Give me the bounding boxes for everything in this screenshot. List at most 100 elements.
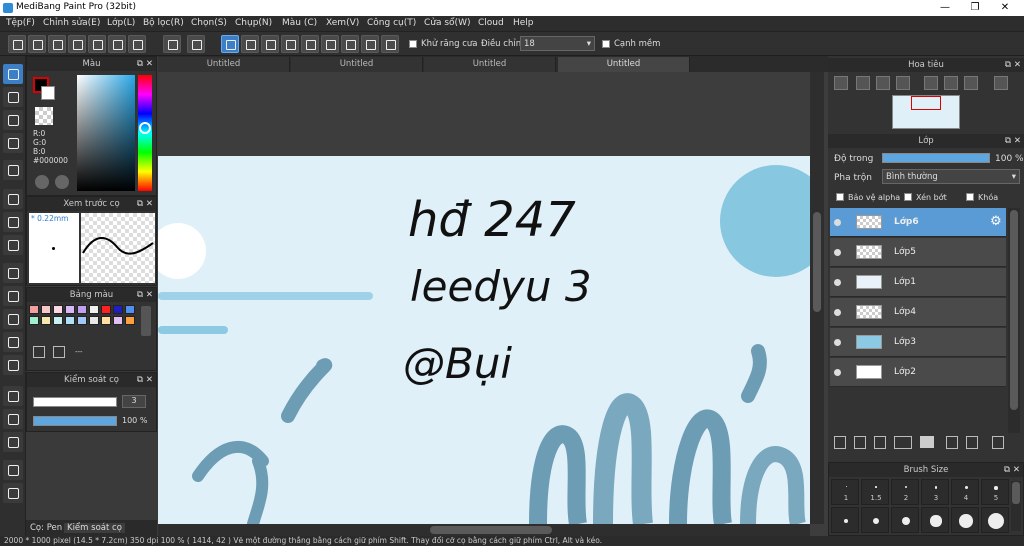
maximize-button[interactable]: ❐ <box>960 0 990 16</box>
menu-filter[interactable]: Bộ lọc(R) <box>143 18 184 28</box>
layer-opacity-slider[interactable] <box>882 153 990 163</box>
palette-swatch[interactable] <box>77 305 87 314</box>
bucket-tool-icon[interactable] <box>3 212 23 232</box>
menu-edit[interactable]: Chỉnh sửa(E) <box>43 18 100 28</box>
saturation-value-picker[interactable] <box>77 75 135 191</box>
brush-size-scroll-thumb[interactable] <box>1012 482 1020 504</box>
rotate-left-icon[interactable] <box>924 76 938 90</box>
close-icon[interactable]: ✕ <box>1014 134 1021 148</box>
palette-swatch[interactable] <box>53 316 63 325</box>
tab-untitled-4[interactable]: Untitled <box>558 57 690 72</box>
tab-brush-pen[interactable]: Cọ: Pen <box>30 523 62 533</box>
brush-size-cell[interactable] <box>891 507 919 533</box>
canvas-vertical-scrollbar[interactable] <box>810 72 824 524</box>
new-layer-icon[interactable] <box>834 436 846 449</box>
popout-icon[interactable]: ⧉ <box>137 57 143 71</box>
brush-size-cell[interactable] <box>921 507 949 533</box>
close-icon[interactable]: ✕ <box>1014 58 1021 72</box>
protect-alpha-checkbox[interactable] <box>836 193 844 201</box>
blend-mode-select[interactable]: Bình thường ▾ <box>882 169 1020 184</box>
palette-mode-icon[interactable] <box>55 175 69 189</box>
layer-row-lop6[interactable]: Lớp6 ⚙ <box>830 208 1006 237</box>
layer-scrollbar[interactable] <box>1008 208 1020 433</box>
menu-tools[interactable]: Công cụ(T) <box>367 18 416 28</box>
color-wheel-icon[interactable] <box>35 175 49 189</box>
eye-icon[interactable] <box>834 309 841 316</box>
brush-size-cell[interactable]: 1 <box>831 479 859 505</box>
grid-snap-icon[interactable] <box>261 35 279 53</box>
comment-icon[interactable] <box>48 35 66 53</box>
zoom-in-icon[interactable] <box>856 76 870 90</box>
lasso-tool-icon[interactable] <box>3 286 23 306</box>
parallel-snap-icon[interactable] <box>241 35 259 53</box>
layer-add-menu-icon[interactable] <box>894 436 912 449</box>
clip-checkbox[interactable] <box>904 193 912 201</box>
merge-down-icon[interactable] <box>966 436 978 449</box>
eyedropper-tool-icon[interactable] <box>3 460 23 480</box>
eye-icon[interactable] <box>834 249 841 256</box>
drawing-canvas[interactable]: hđ 247 leedyu 3 @Bụi <box>158 156 810 524</box>
flip-icon[interactable] <box>994 76 1008 90</box>
grid-document-icon[interactable] <box>108 35 126 53</box>
new-8bit-layer-icon[interactable] <box>874 436 886 449</box>
message-icon[interactable] <box>68 35 86 53</box>
adjust-select[interactable]: 18 ▾ <box>520 36 595 51</box>
brush-size-cell[interactable]: 2 <box>891 479 919 505</box>
popout-icon[interactable]: ⧉ <box>1005 134 1011 148</box>
cloud-icon[interactable] <box>8 35 26 53</box>
close-icon[interactable]: ✕ <box>146 197 153 211</box>
gradient-tool-icon[interactable] <box>3 235 23 255</box>
layer-row-lop1[interactable]: Lớp1 <box>830 268 1006 297</box>
layer-row-lop3[interactable]: Lớp3 <box>830 328 1006 357</box>
palette-swatch[interactable] <box>65 305 75 314</box>
frame-icon[interactable] <box>128 35 146 53</box>
menu-view[interactable]: Xem(V) <box>326 18 359 28</box>
move-tool-icon[interactable] <box>3 160 23 180</box>
folder-icon[interactable] <box>920 436 934 448</box>
brush-size-cell[interactable]: 4 <box>951 479 979 505</box>
zoom-out-icon[interactable] <box>896 76 910 90</box>
zoom-actual-icon[interactable] <box>876 76 890 90</box>
layer-row-lop5[interactable]: Lớp5 <box>830 238 1006 267</box>
brush-size-cell[interactable] <box>951 507 979 533</box>
brush-size-cell[interactable]: 1.5 <box>861 479 889 505</box>
horizontal-scroll-thumb[interactable] <box>430 526 552 534</box>
document-icon[interactable] <box>88 35 106 53</box>
brush-size-cell[interactable]: 5 <box>981 479 1009 505</box>
menu-layer[interactable]: Lớp(L) <box>107 18 135 28</box>
perspective-snap-icon[interactable] <box>281 35 299 53</box>
eye-icon[interactable] <box>834 369 841 376</box>
duplicate-layer-icon[interactable] <box>946 436 958 449</box>
trash-icon[interactable] <box>992 436 1004 449</box>
fit-screen-icon[interactable] <box>944 76 958 90</box>
palette-swatch[interactable] <box>29 316 39 325</box>
antialias-checkbox[interactable] <box>409 40 417 48</box>
palette-swatch[interactable] <box>101 305 111 314</box>
new-palette-icon[interactable] <box>33 346 45 358</box>
tab-untitled-2[interactable]: Untitled <box>291 57 423 72</box>
popout-icon[interactable]: ⧉ <box>137 288 143 302</box>
palette-scrollbar[interactable] <box>141 306 151 336</box>
brush-size-slider[interactable] <box>33 397 117 407</box>
brush-size-tool-icon[interactable] <box>3 133 23 153</box>
close-icon[interactable]: ✕ <box>146 57 153 71</box>
transparent-color-swatch[interactable] <box>35 107 53 125</box>
text-tool-icon[interactable] <box>3 386 23 406</box>
palette-swatch[interactable] <box>89 316 99 325</box>
palette-swatch[interactable] <box>53 305 63 314</box>
zoom-fit-icon[interactable] <box>834 76 848 90</box>
minimize-button[interactable]: — <box>930 0 960 16</box>
snap-off-icon[interactable] <box>221 35 239 53</box>
canvas-horizontal-scrollbar[interactable] <box>158 524 810 536</box>
tab-untitled-1[interactable]: Untitled <box>158 57 290 72</box>
palette-swatch[interactable] <box>41 316 51 325</box>
select-tool-icon[interactable] <box>3 263 23 283</box>
undo-icon[interactable] <box>163 35 181 53</box>
close-icon[interactable]: ✕ <box>1013 463 1020 477</box>
popout-icon[interactable]: ⧉ <box>137 373 143 387</box>
palette-swatch[interactable] <box>113 305 123 314</box>
gear-icon[interactable]: ⚙ <box>990 214 1002 229</box>
close-icon[interactable]: ✕ <box>146 373 153 387</box>
layer-scroll-thumb[interactable] <box>1010 210 1018 410</box>
vertical-scroll-thumb[interactable] <box>813 212 821 312</box>
